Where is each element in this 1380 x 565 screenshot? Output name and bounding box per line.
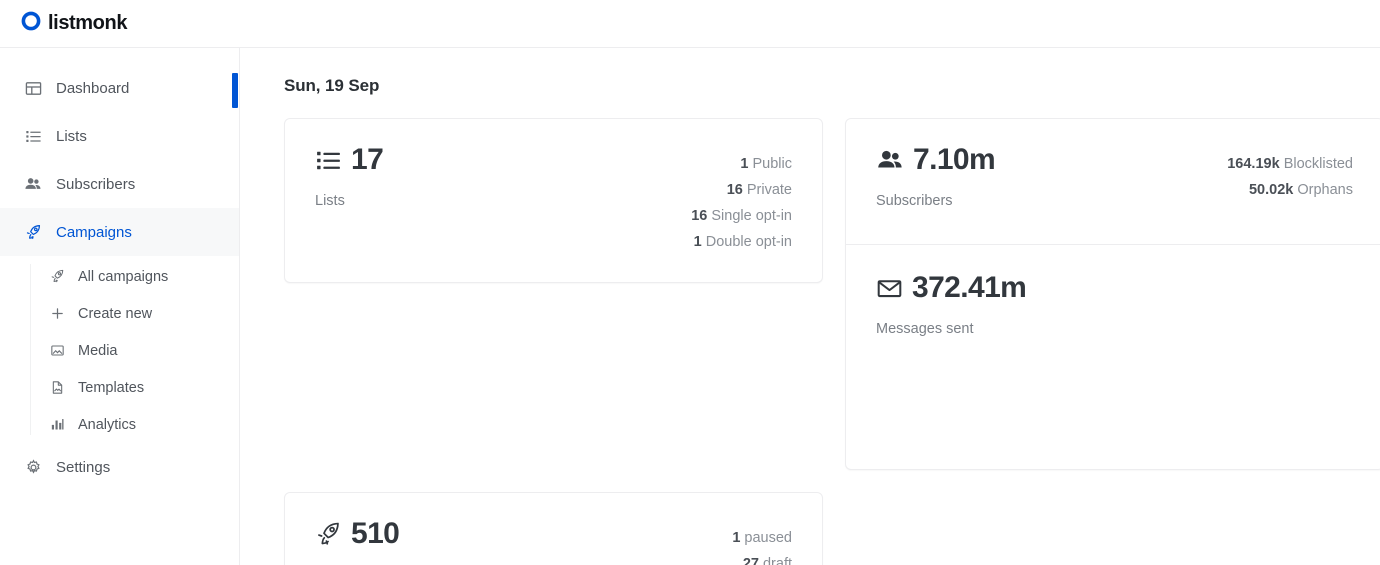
breakdown-count: 16	[726, 182, 743, 198]
campaigns-stat-card: 510 Campaigns 1 paused 27 draft 9 cancel…	[284, 492, 823, 565]
breakdown-row: 16 Private	[617, 177, 792, 203]
breakdown-count: 16	[691, 208, 708, 224]
sidebar-item-campaigns[interactable]: Campaigns	[0, 208, 239, 256]
sidebar-subitem-label: Templates	[78, 379, 145, 396]
breakdown-row: 1 paused	[617, 525, 792, 551]
sidebar-item-media[interactable]: Media	[22, 332, 239, 369]
plus-icon	[49, 306, 65, 322]
sidebar-item-label: Dashboard	[56, 79, 130, 97]
lists-stat-card: 17 Lists 1 Public 16 Private 16 Single o…	[284, 118, 823, 283]
lists-count: 17	[351, 143, 384, 176]
messages-sent-block: 372.41m Messages sent	[876, 245, 1353, 338]
sidebar-item-create-new[interactable]: Create new	[22, 295, 239, 332]
sidebar-item-templates[interactable]: Templates	[22, 369, 239, 406]
rocket-icon	[24, 223, 42, 241]
page-title: Sun, 19 Sep	[284, 76, 380, 95]
sidebar-item-label: Lists	[56, 127, 87, 145]
breakdown-row: 50.02k Orphans	[1178, 177, 1353, 203]
bar-chart-icon	[49, 417, 65, 433]
file-image-icon	[49, 380, 65, 396]
campaigns-count: 510	[351, 517, 400, 550]
list-icon	[315, 147, 342, 174]
breakdown-count: 27	[742, 556, 759, 565]
sidebar-submenu-campaigns: All campaigns Create new Media Templates…	[0, 258, 239, 443]
rocket-icon	[49, 269, 65, 285]
users-icon	[24, 175, 42, 193]
sidebar-item-analytics[interactable]: Analytics	[22, 406, 239, 443]
app-logo[interactable]: listmonk	[20, 10, 127, 37]
breakdown-label: Single opt-in	[711, 208, 792, 224]
subscribers-count: 7.10m	[913, 143, 996, 176]
breakdown-row: 164.19k Blocklisted	[1178, 151, 1353, 177]
top-header-bar: listmonk	[0, 0, 1380, 48]
dashboard-grid-icon	[24, 79, 42, 97]
breakdown-count: 50.02k	[1248, 182, 1294, 198]
dashboard-main: Sun, 19 Sep 17 Lists 1 Public 16 Private…	[240, 48, 1380, 565]
sidebar-subitem-label: Media	[78, 342, 118, 359]
sidebar-subitem-label: Analytics	[78, 416, 137, 433]
sidebar-subitem-label: Create new	[78, 305, 153, 322]
breakdown-label: draft	[762, 556, 792, 565]
sidebar-item-label: Campaigns	[56, 223, 132, 241]
sidebar-subitem-label: All campaigns	[78, 268, 169, 285]
breakdown-row: 27 draft	[617, 551, 792, 565]
sidebar-item-all-campaigns[interactable]: All campaigns	[22, 258, 239, 295]
subscribers-breakdown: 164.19k Blocklisted 50.02k Orphans	[1178, 145, 1353, 209]
messages-sent-label: Messages sent	[876, 321, 974, 337]
sidebar-item-label: Subscribers	[56, 175, 136, 193]
breakdown-count: 1	[740, 156, 749, 172]
users-icon	[876, 146, 904, 174]
sidebar-item-lists[interactable]: Lists	[0, 112, 239, 160]
campaigns-breakdown: 1 paused 27 draft 9 cancelled 473 finish…	[617, 519, 792, 565]
breakdown-label: Private	[746, 182, 792, 198]
breakdown-row: 1 Public	[617, 151, 792, 177]
sidebar-item-dashboard[interactable]: Dashboard	[0, 64, 239, 112]
sidebar-nav: Dashboard Lists Subscribers Campaigns Al…	[0, 48, 240, 565]
stats-grid: 17 Lists 1 Public 16 Private 16 Single o…	[284, 118, 1380, 565]
app-logo-text: listmonk	[48, 12, 128, 34]
subscribers-label: Subscribers	[876, 193, 953, 209]
gear-icon	[24, 458, 42, 476]
breakdown-count: 1	[732, 530, 741, 546]
envelope-icon	[876, 275, 903, 302]
breakdown-row: 1 Double opt-in	[617, 229, 792, 255]
breakdown-label: Blocklisted	[1283, 156, 1353, 172]
lists-breakdown: 1 Public 16 Private 16 Single opt-in 1 D…	[617, 145, 792, 282]
breakdown-count: 1	[693, 234, 702, 250]
breakdown-row: 16 Single opt-in	[617, 203, 792, 229]
image-icon	[49, 343, 65, 359]
sidebar-item-subscribers[interactable]: Subscribers	[0, 160, 239, 208]
rocket-icon	[315, 521, 342, 548]
subscribers-messages-card: 7.10m Subscribers 164.19k Blocklisted 50…	[845, 118, 1380, 470]
lists-label: Lists	[315, 193, 345, 209]
breakdown-count: 164.19k	[1227, 156, 1280, 172]
sidebar-item-label: Settings	[56, 458, 111, 476]
breakdown-label: Orphans	[1297, 182, 1353, 198]
list-icon	[24, 127, 42, 145]
sidebar-item-settings[interactable]: Settings	[0, 443, 239, 491]
breakdown-label: paused	[744, 530, 792, 546]
circle-outline-icon	[20, 10, 42, 37]
breakdown-label: Public	[752, 156, 793, 172]
breakdown-label: Double opt-in	[705, 234, 792, 250]
messages-sent-count: 372.41m	[912, 271, 1027, 304]
